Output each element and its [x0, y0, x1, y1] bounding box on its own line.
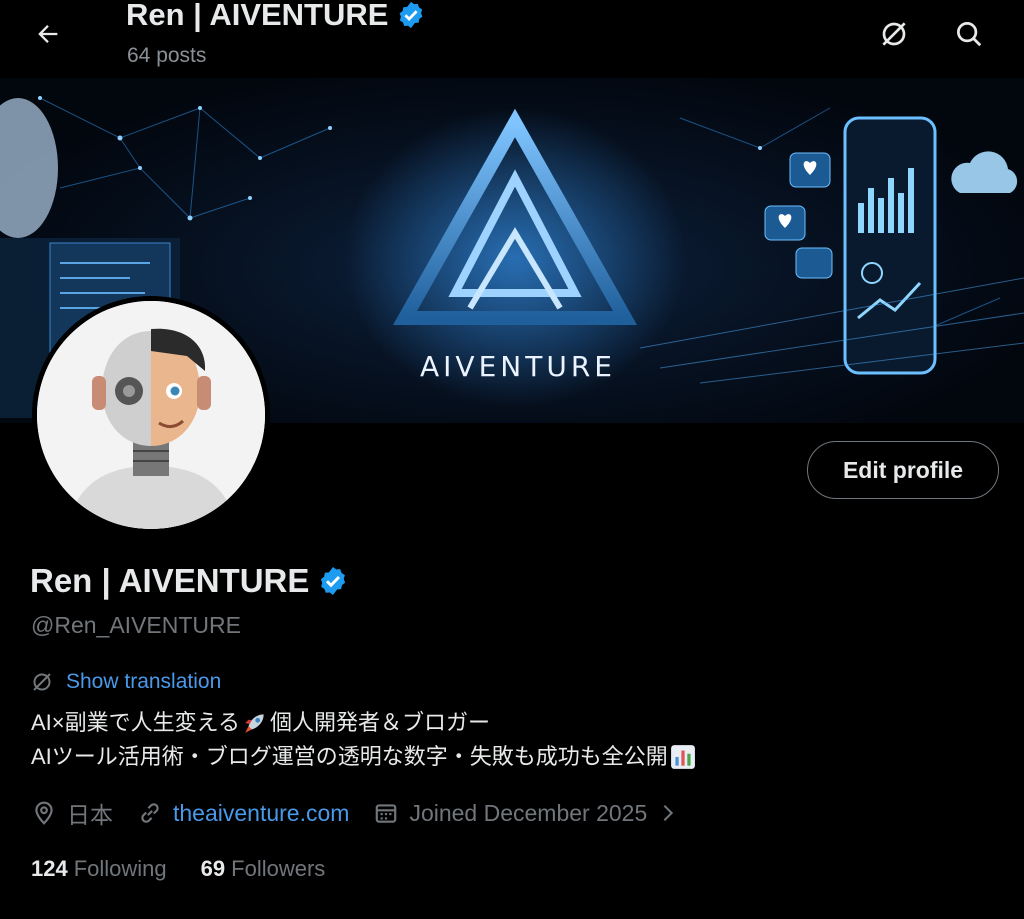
translate-button[interactable] [872, 12, 916, 56]
bio-line-2: AIツール活用術・ブログ運営の透明な数字・失敗も成功も全公開 [31, 744, 668, 769]
translate-icon [882, 22, 906, 46]
follow-stats: 124 Following 69 Followers [31, 856, 359, 882]
followers-link[interactable]: 69 Followers [201, 856, 326, 882]
website[interactable]: theaiventure.com [137, 800, 349, 827]
rocket-icon [245, 714, 264, 733]
bio-line-1b: 個人開発者＆ブロガー [269, 710, 490, 735]
banner-brand-text: AIVENTURE [420, 350, 616, 383]
link-icon [141, 803, 159, 823]
followers-count: 69 [200, 856, 226, 881]
calendar-icon [376, 804, 397, 823]
following-count: 124 [31, 856, 68, 881]
verified-badge-icon [321, 567, 346, 595]
profile-name-row: Ren | AIVENTURE [30, 562, 349, 600]
profile-meta: 日本 theaiventure.com Joined December 2025 [31, 796, 703, 830]
avatar[interactable] [32, 296, 270, 534]
show-translation-label: Show translation [66, 670, 222, 693]
translate-icon [33, 673, 51, 691]
profile-name: Ren | AIVENTURE [30, 562, 310, 599]
profile-bio: AI×副業で人生変える 個人開発者＆ブロガー AIツール活用術・ブログ運営の透明… [31, 706, 696, 774]
chevron-right-icon [663, 804, 674, 822]
website-link[interactable]: theaiventure.com [173, 800, 349, 827]
followers-label: Followers [231, 856, 326, 881]
location-text: 日本 [67, 802, 113, 828]
avatar-image [37, 301, 265, 529]
following-link[interactable]: 124 Following [31, 856, 167, 882]
posts-count: 64 posts [127, 44, 207, 67]
top-bar: Ren | AIVENTURE 64 posts [0, 0, 1024, 78]
search-button[interactable] [947, 12, 991, 56]
location: 日本 [31, 796, 113, 830]
edit-profile-button[interactable]: Edit profile [807, 441, 999, 499]
header-title-row: Ren | AIVENTURE [126, 0, 426, 33]
back-button[interactable] [26, 12, 70, 56]
profile-handle: @Ren_AIVENTURE [31, 612, 241, 638]
chart-icon [670, 745, 695, 769]
location-icon [35, 801, 53, 825]
joined-text: Joined December 2025 [409, 799, 648, 826]
header-title: Ren | AIVENTURE [126, 0, 389, 32]
back-arrow-icon [38, 25, 58, 43]
search-icon [957, 22, 982, 47]
joined[interactable]: Joined December 2025 [373, 800, 679, 827]
following-label: Following [73, 856, 167, 881]
show-translation[interactable]: Show translation [30, 670, 221, 694]
bio-line-1: AI×副業で人生変える [31, 710, 240, 735]
verified-badge-icon [400, 1, 423, 29]
